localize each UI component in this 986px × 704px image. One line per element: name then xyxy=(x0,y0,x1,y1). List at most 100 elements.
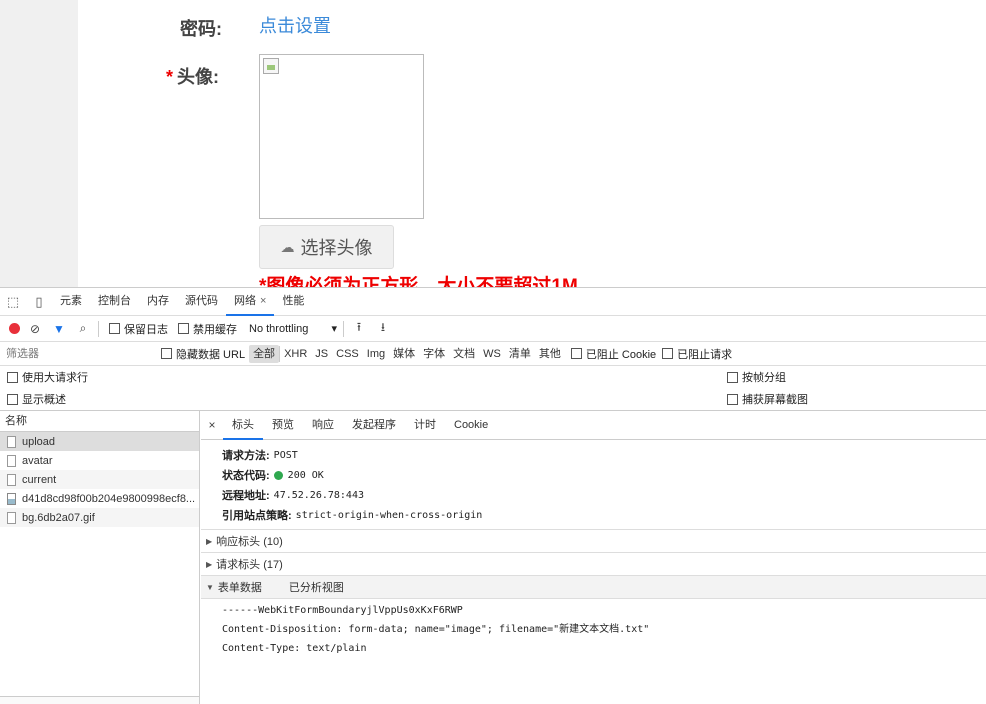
preserve-log-label: 保留日志 xyxy=(124,323,168,336)
response-headers-label: 响应标头 (10) xyxy=(216,536,283,548)
request-headers-section[interactable]: ▶ 请求标头 (17) xyxy=(201,552,986,575)
header-value: POST xyxy=(273,449,298,461)
checkbox-box[interactable] xyxy=(7,371,18,383)
export-har-icon[interactable]: ⭳ xyxy=(374,318,392,339)
list-footer xyxy=(0,696,199,704)
tab-preview[interactable]: 预览 xyxy=(263,411,303,440)
cloud-upload-icon: ☁ xyxy=(280,238,295,255)
divider xyxy=(98,320,99,337)
parsed-view-toggle[interactable]: 已分析视图 xyxy=(289,579,344,595)
devtools-panel: ⬚ ▯ 元素 控制台 内存 源代码 网络 × 性能 ⊘ ▼ ⌕ 保留日志 禁用缓存… xyxy=(0,287,986,704)
filter-input[interactable]: 筛选器 xyxy=(3,345,151,363)
blocked-requests-checkbox[interactable]: 已阻止请求 xyxy=(662,346,732,362)
tab-performance[interactable]: 性能 xyxy=(274,288,312,316)
request-row[interactable]: d41d8cd98f00b204e9800998ecf8... xyxy=(0,489,199,508)
capture-screenshots-checkbox[interactable]: 捕获屏幕截图 xyxy=(727,391,808,407)
tab-network[interactable]: 网络 × xyxy=(226,288,275,316)
hide-data-url-label: 隐藏数据 URL xyxy=(176,348,246,361)
request-row[interactable]: avatar xyxy=(0,451,199,470)
filter-type-doc[interactable]: 文档 xyxy=(449,345,479,363)
remote-address-row: 远程地址: 47.52.26.78:443 xyxy=(201,485,986,505)
request-name: upload xyxy=(22,435,56,448)
checkbox-box[interactable] xyxy=(109,323,120,334)
filter-type-css[interactable]: CSS xyxy=(332,345,363,363)
tab-sources[interactable]: 源代码 xyxy=(177,288,226,316)
device-toolbar-icon[interactable]: ▯ xyxy=(26,288,52,316)
filter-type-ws[interactable]: WS xyxy=(479,345,505,363)
filter-type-font[interactable]: 字体 xyxy=(419,345,449,363)
show-overview-checkbox[interactable]: 显示概述 xyxy=(7,391,66,407)
tab-response[interactable]: 响应 xyxy=(303,411,343,440)
disable-cache-checkbox[interactable]: 禁用缓存 xyxy=(178,321,237,337)
hide-data-url-checkbox[interactable]: 隐藏数据 URL xyxy=(161,346,245,362)
form-data-section[interactable]: ▼ 表单数据 已分析视图 xyxy=(201,575,986,598)
request-row[interactable]: upload xyxy=(0,432,199,451)
options-row-2: 显示概述 捕获屏幕截图 xyxy=(0,388,986,410)
blocked-cookies-checkbox[interactable]: 已阻止 Cookie xyxy=(570,346,656,362)
tab-console[interactable]: 控制台 xyxy=(90,288,139,316)
avatar-preview[interactable] xyxy=(259,54,424,219)
avatar-label: 头像: xyxy=(177,67,220,87)
checkbox-box[interactable] xyxy=(161,348,172,359)
response-headers-section[interactable]: ▶ 响应标头 (10) xyxy=(201,529,986,552)
request-row[interactable]: current xyxy=(0,470,199,489)
header-value: 47.52.26.78:443 xyxy=(273,489,364,501)
filter-icon[interactable]: ▼ xyxy=(50,322,68,336)
form-data-line: Content-Disposition: form-data; name="im… xyxy=(222,624,650,635)
tab-elements[interactable]: 元素 xyxy=(52,288,90,316)
checkbox-box[interactable] xyxy=(662,348,674,359)
document-icon xyxy=(7,511,16,524)
blocked-requests-label: 已阻止请求 xyxy=(677,348,733,361)
tab-memory[interactable]: 内存 xyxy=(139,288,177,316)
request-method-row: 请求方法: POST xyxy=(201,445,986,465)
checkbox-box[interactable] xyxy=(727,371,738,383)
filter-type-all[interactable]: 全部 xyxy=(249,344,280,363)
name-column-header[interactable]: 名称 xyxy=(0,411,199,432)
form-data-line: ------WebKitFormBoundaryjlVppUs0xKxF6RWP xyxy=(222,605,463,616)
close-tab-icon[interactable]: × xyxy=(260,295,266,307)
request-detail: × 标头 预览 响应 发起程序 计时 Cookie 请求方法: POST 状态代码… xyxy=(201,411,986,704)
avatar-warning: *图像必须为正方形，大小不要超过1M xyxy=(259,276,578,287)
divider xyxy=(343,320,344,337)
checkbox-box[interactable] xyxy=(727,393,738,405)
header-value: strict-origin-when-cross-origin xyxy=(295,509,483,521)
choose-avatar-label: 选择头像 xyxy=(300,238,373,258)
image-file-icon xyxy=(7,492,16,505)
filter-type-other[interactable]: 其他 xyxy=(535,345,565,363)
form-data-raw: ------WebKitFormBoundaryjlVppUs0xKxF6RWP… xyxy=(201,598,986,658)
capture-screenshots-label: 捕获屏幕截图 xyxy=(742,394,808,406)
checkbox-box[interactable] xyxy=(7,393,18,405)
large-rows-checkbox[interactable]: 使用大请求行 xyxy=(7,369,88,385)
tab-headers[interactable]: 标头 xyxy=(223,411,263,440)
header-key: 远程地址: xyxy=(222,490,270,502)
set-password-link[interactable]: 点击设置 xyxy=(259,12,331,38)
search-icon[interactable]: ⌕ xyxy=(74,321,92,336)
expand-arrow-icon: ▶ xyxy=(206,536,213,546)
checkbox-box[interactable] xyxy=(178,323,189,334)
request-row[interactable]: bg.6db2a07.gif xyxy=(0,508,199,527)
close-detail-icon[interactable]: × xyxy=(201,418,223,432)
import-har-icon[interactable]: ⭱ xyxy=(350,318,368,339)
group-by-frame-checkbox[interactable]: 按帧分组 xyxy=(727,369,786,385)
tab-timing[interactable]: 计时 xyxy=(405,411,445,440)
choose-avatar-button[interactable]: ☁ 选择头像 xyxy=(259,225,394,269)
checkbox-box[interactable] xyxy=(570,348,582,359)
inspect-element-icon[interactable]: ⬚ xyxy=(0,288,26,316)
disable-cache-label: 禁用缓存 xyxy=(193,323,237,336)
preserve-log-checkbox[interactable]: 保留日志 xyxy=(109,321,168,337)
record-icon[interactable] xyxy=(9,323,20,334)
filter-type-xhr[interactable]: XHR xyxy=(280,345,311,363)
filter-type-media[interactable]: 媒体 xyxy=(389,345,419,363)
filter-type-manifest[interactable]: 清单 xyxy=(505,345,535,363)
filter-type-js[interactable]: JS xyxy=(311,345,332,363)
tab-cookies[interactable]: Cookie xyxy=(445,411,497,440)
group-by-frame-label: 按帧分组 xyxy=(742,372,786,384)
referrer-policy-row: 引用站点策略: strict-origin-when-cross-origin xyxy=(201,505,986,525)
tab-initiator[interactable]: 发起程序 xyxy=(343,411,405,440)
clear-icon[interactable]: ⊘ xyxy=(26,322,44,336)
dropdown-arrow-icon: ▾ xyxy=(331,323,337,335)
throttling-select[interactable]: No throttling ▾ xyxy=(249,322,337,336)
tab-network-label: 网络 xyxy=(234,294,256,307)
filter-type-img[interactable]: Img xyxy=(363,345,389,363)
password-label: 密码: xyxy=(180,19,222,39)
